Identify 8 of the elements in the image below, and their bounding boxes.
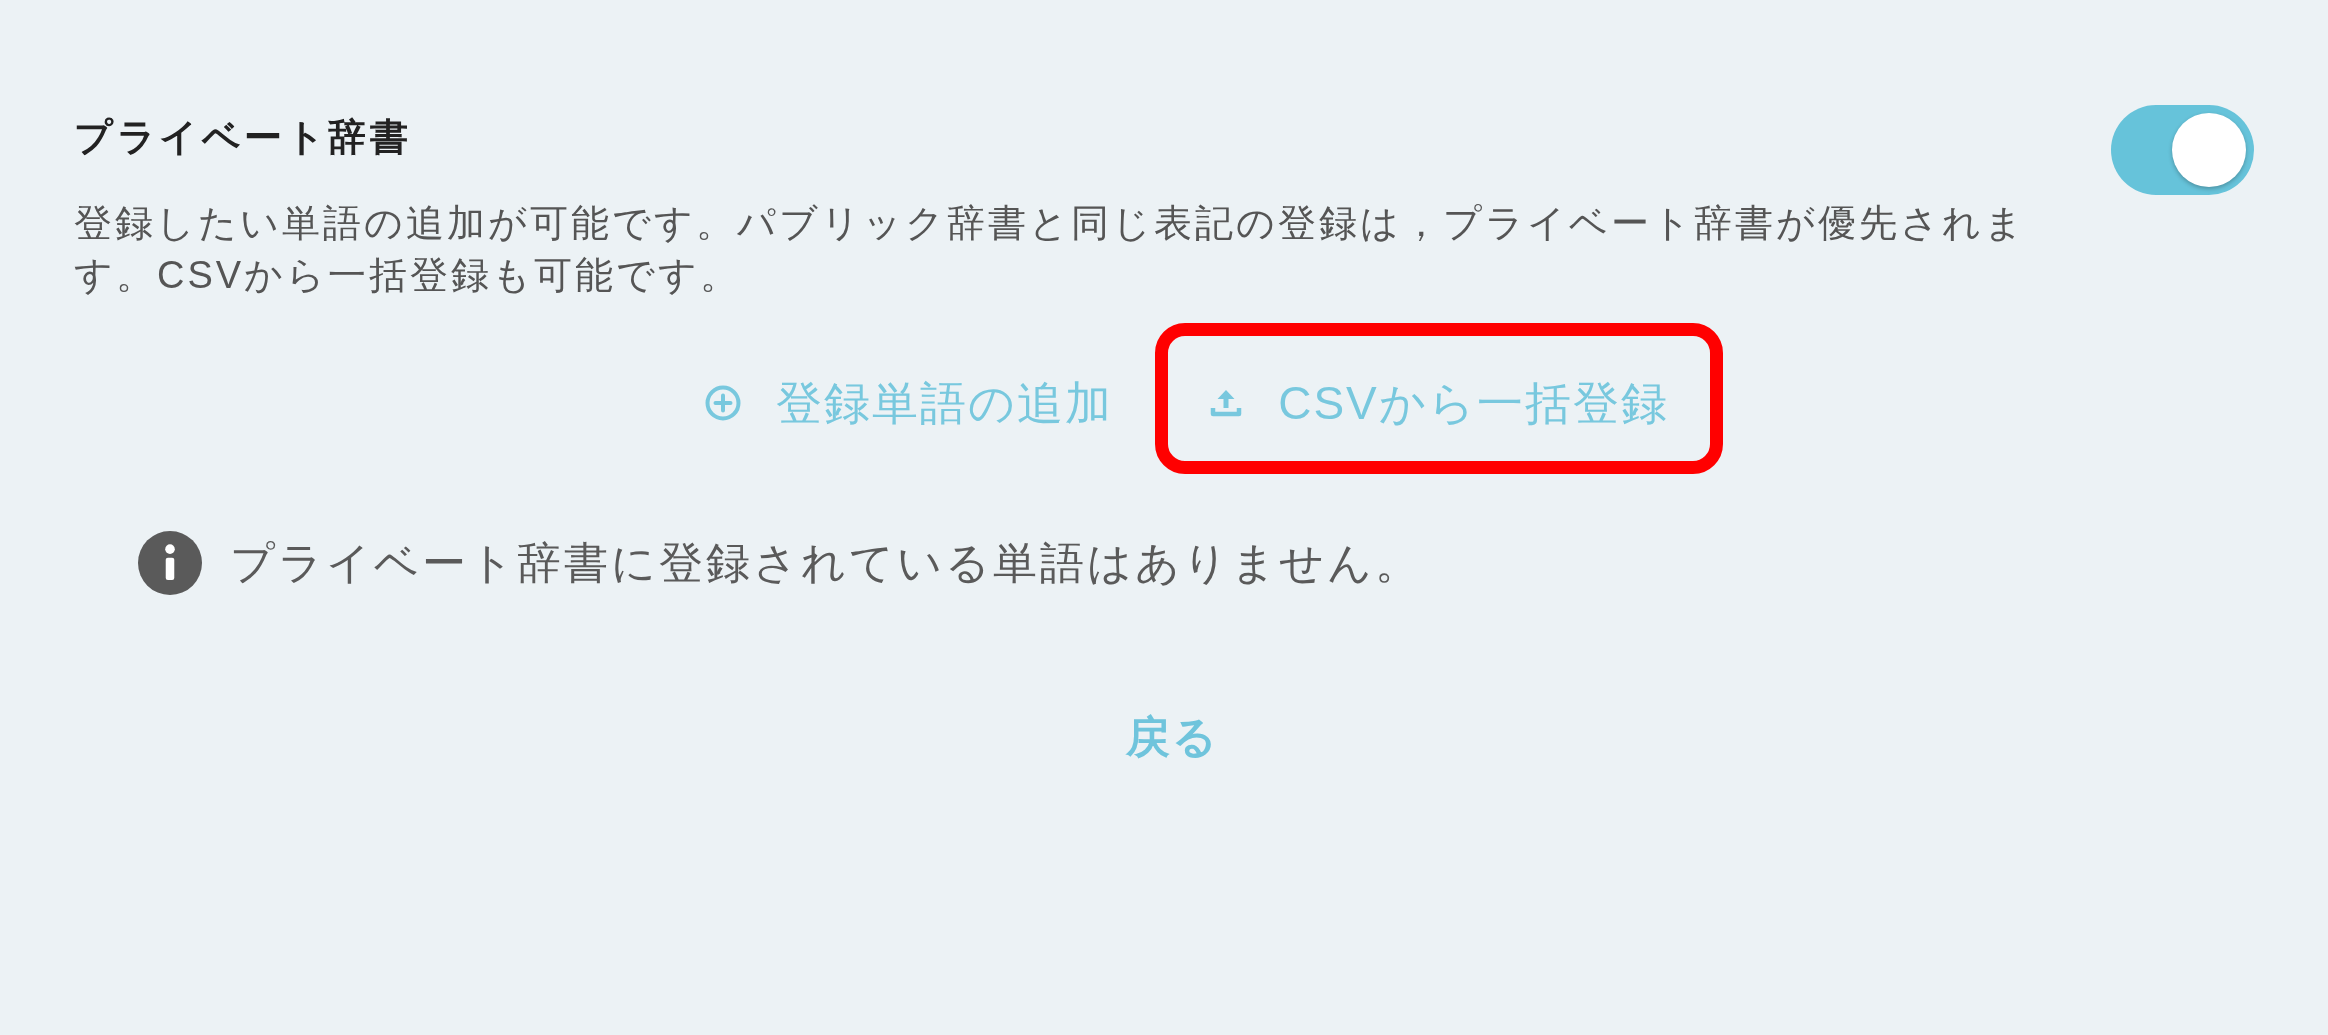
csv-import-button[interactable]: CSVから一括登録 — [1181, 353, 1697, 453]
info-icon — [138, 531, 202, 595]
section-title: プライベート辞書 — [74, 115, 411, 160]
add-word-button[interactable]: 登録単語の追加 — [677, 353, 1142, 453]
empty-message: プライベート辞書に登録されている単語はありません。 — [230, 537, 1422, 589]
section-description: 登録したい単語の追加が可能です。パブリック辞書と同じ表記の登録は，プライベート辞書が優先されます。CSVから一括登録も可能です。 — [74, 201, 2027, 298]
plus-circle-icon — [705, 385, 742, 421]
back-button[interactable]: 戻る — [1105, 697, 1239, 777]
